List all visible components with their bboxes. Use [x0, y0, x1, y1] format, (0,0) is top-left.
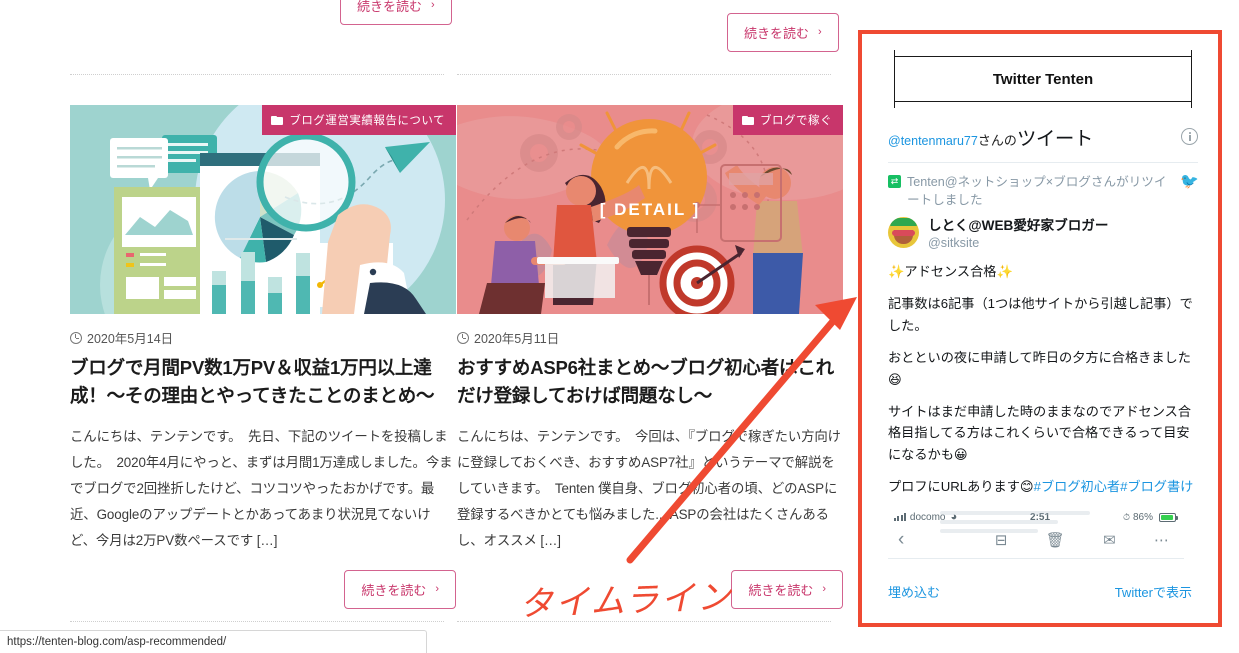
- divider: [457, 74, 831, 75]
- read-more-button-previous-right[interactable]: 続きを読む ›: [727, 13, 839, 52]
- clock-icon: [70, 331, 82, 344]
- article-title[interactable]: おすすめASP6社まとめ〜ブログ初心者はこれだけ登録しておけば問題なし〜: [457, 354, 843, 410]
- article-grid: 続きを読む › 続きを読む › ブログ運営実績報告について 2020年5月14日…: [0, 0, 855, 653]
- article-excerpt: こんにちは、テンテンです。 先日、下記のツイートを投稿しました。 2020年4月…: [70, 428, 453, 549]
- annotation-label: タイムライン: [518, 577, 734, 625]
- article-date-label: 2020年5月11日: [474, 332, 560, 346]
- battery-charging-icon: [1159, 512, 1178, 522]
- avatar[interactable]: [888, 216, 919, 248]
- tweet-paragraph: サイトはまだ申請した時のままなのでアドセンス合格目指してる方はこれくらいで合格で…: [888, 403, 1192, 462]
- article-excerpt: こんにちは、テンテンです。 今回は、『ブログで稼ぎたい方向けに登録しておくべき、…: [457, 428, 841, 549]
- tweet-attached-screenshot[interactable]: docomo ◕ 2:51 ⏱ 86% ‹ ⊟ 🗑 ✉ ⋯: [888, 507, 1184, 570]
- screenshot-root: 続きを読む › 続きを読む › ブログ運営実績報告について 2020年5月14日…: [0, 0, 1239, 653]
- article-date: 2020年5月14日: [70, 328, 456, 347]
- info-icon[interactable]: [1181, 128, 1198, 145]
- chevron-right-icon: ›: [822, 583, 826, 596]
- tweet-paragraph: ✨アドセンス合格✨: [888, 264, 1013, 280]
- article-date: 2020年5月11日: [457, 328, 843, 347]
- article-thumbnail[interactable]: [ DETAIL ] ブログで稼ぐ: [457, 105, 843, 314]
- screenshot-ghost-text: [940, 511, 1105, 541]
- twitter-timeline: @tentenmaru77さんのツイート ⇄ Tenten@ネットショップ×ブロ…: [888, 122, 1198, 612]
- alarm-icon: ⏱: [1122, 511, 1130, 522]
- article-date-label: 2020年5月14日: [87, 332, 174, 346]
- clock-icon: [457, 331, 469, 344]
- browser-status-bar: https://tenten-blog.com/asp-recommended/: [0, 630, 427, 653]
- retweet-context: ⇄ Tenten@ネットショップ×ブログさんがリツイートしました 🐦: [888, 173, 1198, 210]
- retweet-icon: ⇄: [888, 175, 901, 188]
- tweet-paragraph-with-hashtags: プロフにURLあります😊#ブログ初心者#ブログ書け: [888, 476, 1198, 497]
- chevron-right-icon: ›: [818, 26, 822, 38]
- timeline-footer: 埋め込む Twitterで表示: [888, 582, 1192, 601]
- category-badge[interactable]: ブログで稼ぐ: [733, 105, 843, 135]
- chevron-right-icon: ›: [431, 0, 435, 11]
- widget-title: Twitter Tenten: [894, 56, 1192, 102]
- read-more-label: 続きを読む: [748, 583, 814, 599]
- tweet-last-line-prefix: プロフにURLあります😊: [888, 479, 1034, 495]
- article-card[interactable]: [ DETAIL ] ブログで稼ぐ 2020年5月11日 おすすめASP6社まと…: [457, 105, 843, 610]
- article-card[interactable]: ブログ運営実績報告について 2020年5月14日 ブログで月間PV数1万PV＆収…: [70, 105, 456, 610]
- read-more-button[interactable]: 続きを読む ›: [731, 570, 843, 610]
- read-more-label: 続きを読む: [361, 583, 427, 599]
- chevron-right-icon: ›: [435, 583, 439, 596]
- chevron-left-icon[interactable]: ‹: [898, 529, 904, 551]
- read-more-label: 続きを読む: [744, 26, 810, 41]
- divider: [70, 621, 444, 622]
- widget-title-label: Twitter Tenten: [992, 70, 1094, 88]
- tweet-author-handle[interactable]: @sitksite: [928, 234, 1109, 253]
- view-on-twitter-link[interactable]: Twitterで表示: [1115, 582, 1192, 601]
- battery-percent: 86%: [1132, 511, 1153, 523]
- divider: [70, 74, 444, 75]
- timeline-header: @tentenmaru77さんのツイート: [888, 122, 1198, 151]
- folder-icon: [742, 115, 754, 125]
- category-label: ブログ運営実績報告について: [289, 115, 445, 127]
- tweet-paragraph: おとといの夜に申請して昨日の夕方に合格きました😆: [888, 350, 1191, 387]
- status-url: https://tenten-blog.com/asp-recommended/: [7, 636, 227, 648]
- category-label: ブログで稼ぐ: [760, 115, 832, 127]
- twitter-bird-icon: 🐦: [1180, 173, 1198, 190]
- article-title[interactable]: ブログで月間PV数1万PV＆収益1万円以上達成！〜その理由とやってきたことのまと…: [70, 354, 456, 410]
- tweet-body: ✨アドセンス合格✨ 記事数は6記事（1つは他サイトから引越し記事）でした。 おと…: [888, 261, 1198, 497]
- article-thumbnail[interactable]: ブログ運営実績報告について: [70, 105, 456, 314]
- tweet-author-name: しとく@WEB愛好家ブロガー: [928, 217, 1109, 233]
- signal-bars-icon: [894, 513, 906, 522]
- folder-icon: [271, 115, 284, 125]
- read-more-button-previous-left[interactable]: 続きを読む ›: [340, 0, 452, 25]
- timeline-handle-link[interactable]: @tentenmaru77: [888, 134, 978, 148]
- tweet-paragraph: 記事数は6記事（1つは他サイトから引越し記事）でした。: [888, 296, 1193, 333]
- divider: [888, 162, 1198, 163]
- timeline-header-text: @tentenmaru77さんのツイート: [888, 122, 1093, 151]
- retweet-label: Tenten@ネットショップ×ブログさんがリツイートしました: [907, 175, 1167, 208]
- read-more-container: 続きを読む ›: [70, 570, 456, 610]
- read-more-label: 続きを読む: [357, 0, 423, 14]
- twitter-widget-highlight-frame: Twitter Tenten @tentenmaru77さんのツイート ⇄ Te…: [858, 30, 1222, 627]
- category-badge[interactable]: ブログ運営実績報告について: [262, 105, 456, 135]
- timeline-header-big: ツイート: [1016, 128, 1094, 150]
- tweet-hashtags[interactable]: #ブログ初心者#ブログ書け: [1034, 479, 1194, 494]
- timeline-header-suffix: さんの: [977, 133, 1017, 148]
- ellipsis-icon[interactable]: ⋯: [1154, 531, 1170, 549]
- tweet-author[interactable]: しとく@WEB愛好家ブロガー @sitksite: [888, 216, 1198, 254]
- read-more-button[interactable]: 続きを読む ›: [344, 570, 456, 610]
- embed-link[interactable]: 埋め込む: [888, 582, 940, 601]
